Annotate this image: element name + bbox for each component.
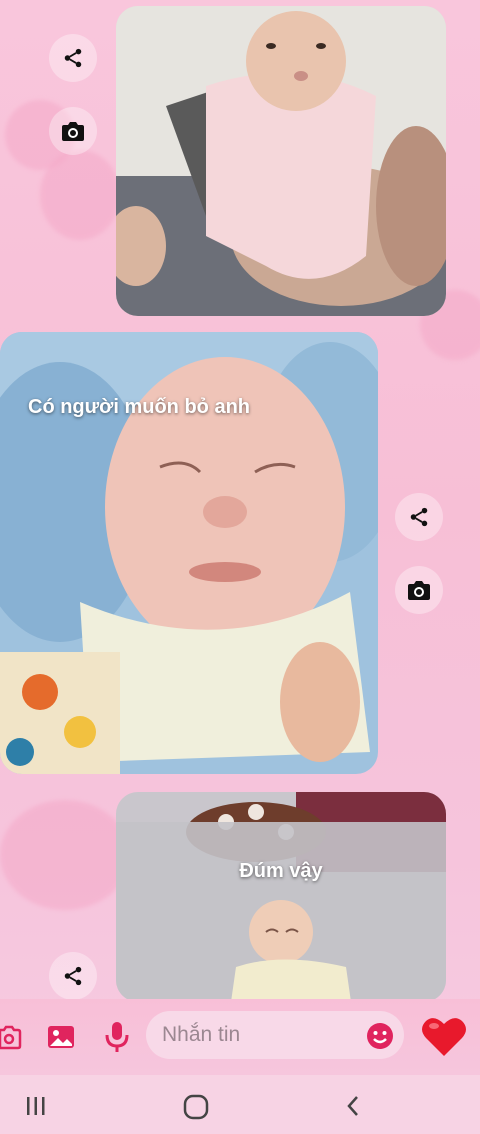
photo-caption: Có người muốn bỏ anh: [28, 396, 251, 418]
baby-photo-3: [116, 792, 446, 1002]
baby-photo-1: [116, 6, 446, 316]
emoji-button[interactable]: [366, 1022, 394, 1050]
share-icon: [64, 48, 82, 68]
microphone-button[interactable]: [102, 1020, 132, 1054]
camera-button[interactable]: [49, 107, 97, 155]
system-navigation-bar: [0, 1075, 480, 1134]
back-icon: [347, 1096, 358, 1116]
share-button[interactable]: [49, 952, 97, 1000]
heart-button[interactable]: [421, 1014, 467, 1058]
camera-icon: [0, 1025, 22, 1050]
back-button[interactable]: [342, 1094, 366, 1118]
share-button[interactable]: [395, 493, 443, 541]
photo-message-2[interactable]: Có người muốn bỏ anh: [0, 332, 378, 774]
camera-icon: [408, 581, 430, 600]
background-heart: [40, 150, 120, 240]
share-icon: [410, 507, 428, 527]
photo-message-1[interactable]: [116, 6, 446, 316]
recent-apps-icon: [27, 1097, 45, 1115]
background-heart: [0, 800, 130, 910]
camera-button[interactable]: [395, 566, 443, 614]
microphone-icon: [105, 1022, 129, 1052]
share-button[interactable]: [49, 34, 97, 82]
composer-camera-button[interactable]: [0, 1022, 26, 1052]
home-icon: [183, 1094, 209, 1120]
photo-caption: Đúm vậy: [239, 860, 323, 882]
heart-icon: [422, 1018, 466, 1056]
camera-icon: [62, 122, 84, 141]
gallery-button[interactable]: [46, 1022, 76, 1052]
home-button[interactable]: [182, 1093, 210, 1121]
photo-message-3[interactable]: Đúm vậy: [116, 792, 446, 1002]
recent-apps-button[interactable]: [24, 1094, 48, 1118]
emoji-icon: [367, 1023, 393, 1049]
message-input-placeholder: Nhắn tin: [162, 1023, 241, 1046]
gallery-icon: [48, 1026, 74, 1048]
share-icon: [64, 966, 82, 986]
